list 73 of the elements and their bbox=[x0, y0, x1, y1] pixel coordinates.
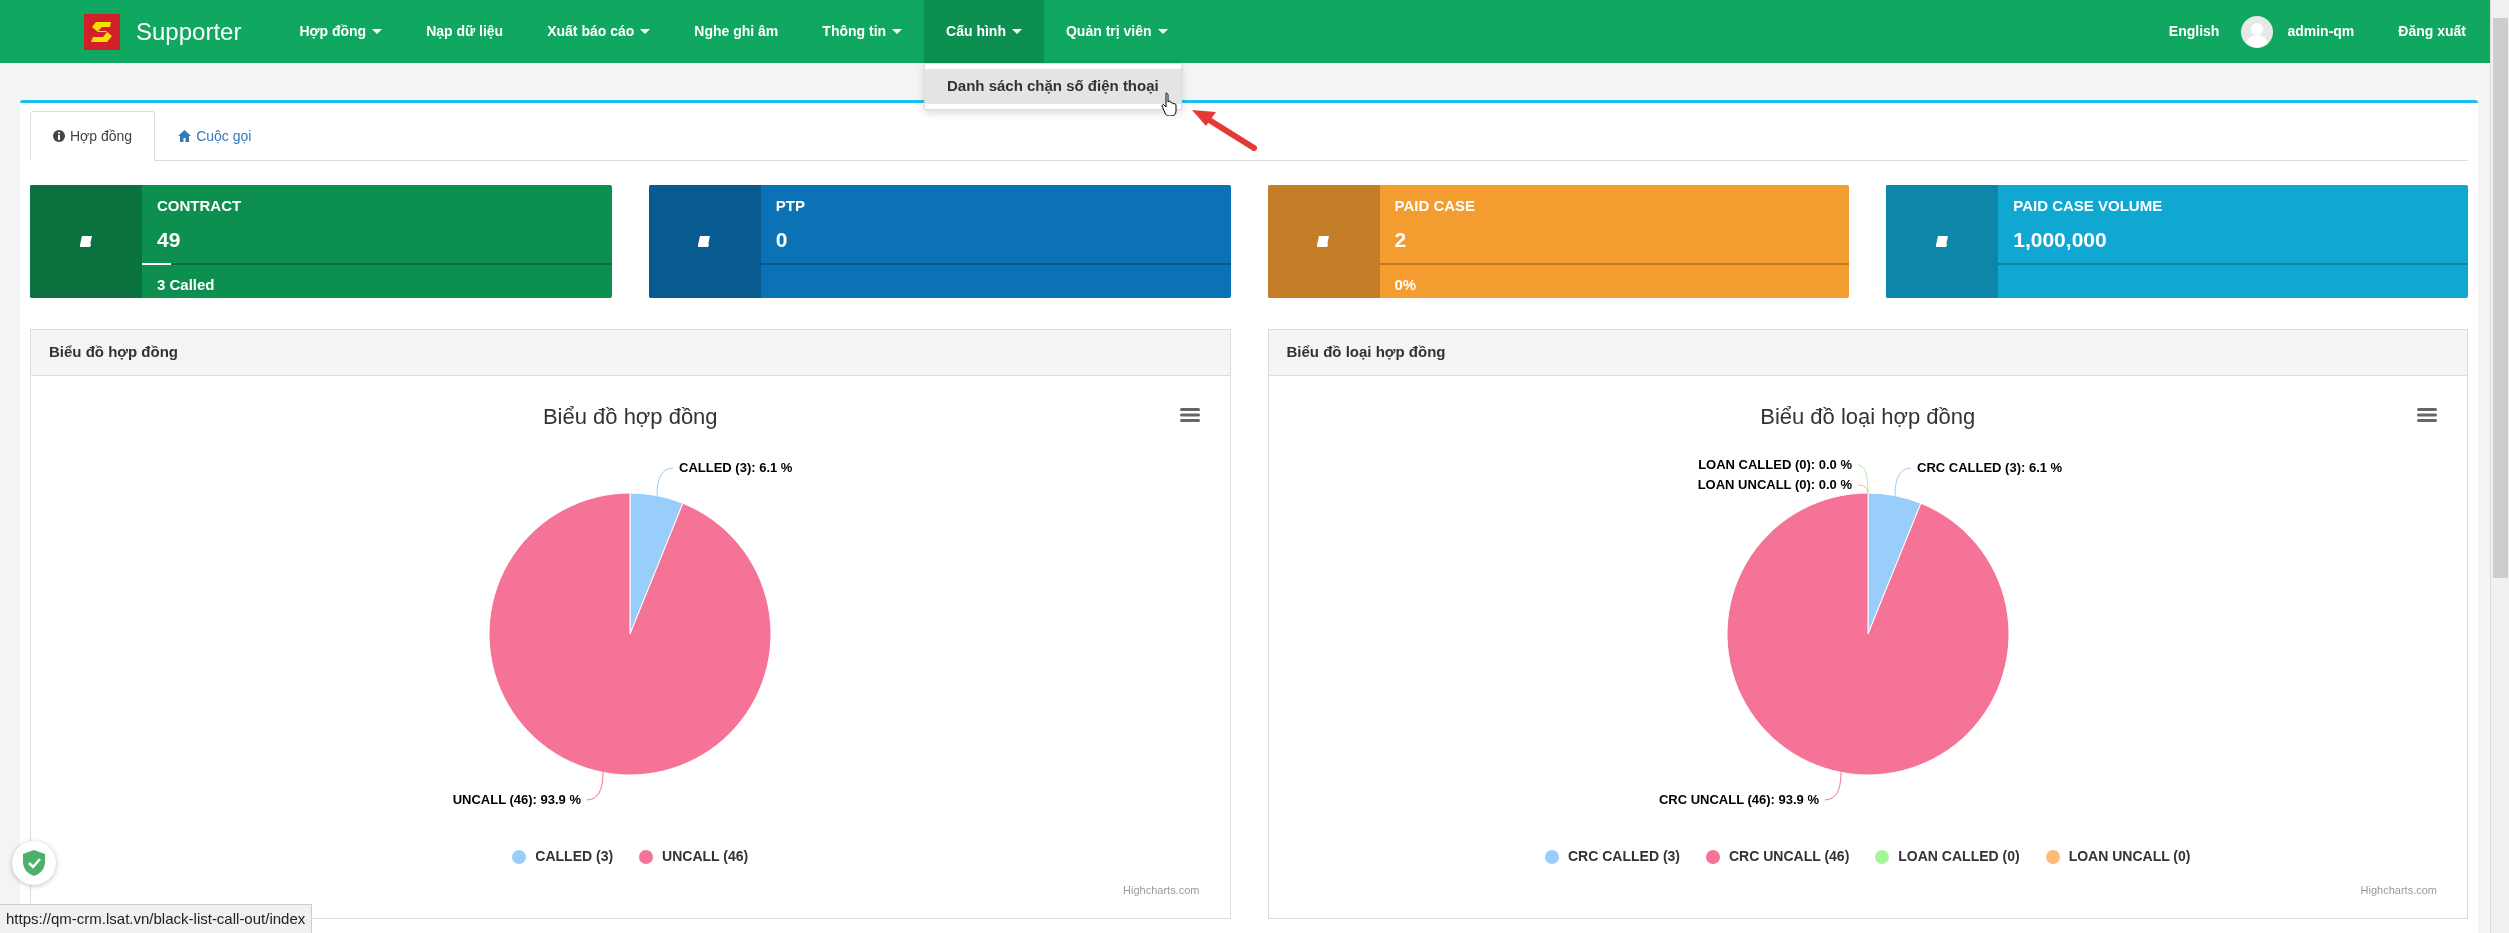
nav-menu-item[interactable]: Xuất báo cáo bbox=[525, 0, 673, 63]
nav-menu-item[interactable]: Hợp đồng bbox=[277, 0, 405, 63]
menu-icon[interactable] bbox=[1179, 408, 1200, 422]
leader-line bbox=[656, 467, 674, 497]
stat-title: PAID CASE VOLUME bbox=[2012, 196, 2164, 216]
data-label: CRC UNCALL (46): 93.9 % bbox=[1658, 791, 1819, 807]
legend-item[interactable]: CALLED (3) bbox=[512, 846, 614, 867]
legend-label: LOAN UNCALL (0) bbox=[2068, 847, 2191, 866]
legend-label: CRC UNCALL (46) bbox=[1729, 847, 1850, 866]
legend-label: LOAN CALLED (0) bbox=[1898, 847, 2020, 866]
stat-title: PAID CASE bbox=[1393, 196, 1477, 216]
shield-badge[interactable] bbox=[12, 841, 56, 885]
stat-value: 2 bbox=[1393, 226, 1408, 253]
legend-item[interactable]: CRC CALLED (3) bbox=[1545, 846, 1680, 867]
caret-icon bbox=[1157, 29, 1168, 34]
menu-icon[interactable] bbox=[2417, 408, 2437, 422]
data-label: CRC CALLED (3): 6.1 % bbox=[1916, 460, 2062, 476]
credit-link[interactable]: Highcharts.com bbox=[1123, 881, 1200, 898]
leader-line bbox=[1824, 771, 1842, 801]
logout-link[interactable]: Đăng xuất bbox=[2376, 21, 2470, 42]
stat-title: CONTRACT bbox=[156, 196, 243, 216]
legend-item[interactable]: LOAN CALLED (0) bbox=[1875, 846, 2020, 867]
nav-menu-item[interactable]: Nghe ghi âm bbox=[672, 0, 801, 63]
stat-footer: 0% bbox=[1379, 274, 1850, 297]
book-icon bbox=[79, 236, 93, 247]
status-bar-url: https://qm-crm.lsat.vn/black-list-call-out/index bbox=[0, 903, 313, 933]
pie-slice[interactable] bbox=[1726, 492, 2010, 776]
data-label: UNCALL (46): 93.9 % bbox=[452, 791, 582, 807]
caret-icon bbox=[372, 29, 383, 34]
legend-item[interactable]: LOAN UNCALL (0) bbox=[2045, 846, 2191, 867]
avatar-icon bbox=[2241, 15, 2274, 48]
legend-label: CALLED (3) bbox=[535, 847, 614, 866]
info-icon bbox=[53, 130, 65, 142]
chart-title: Biểu đồ loại hợp đồng bbox=[1760, 403, 1976, 431]
data-label: LOAN UNCALL (0): 0.0 % bbox=[1697, 477, 1852, 492]
tab[interactable]: Hợp đồng bbox=[30, 111, 156, 161]
scrollbar[interactable] bbox=[2490, 0, 2509, 933]
leader-line bbox=[586, 771, 604, 801]
data-label: CALLED (3): 6.1 % bbox=[679, 460, 793, 476]
caret-icon bbox=[892, 29, 903, 34]
dropdown-item[interactable]: Danh sách chặn số điện thoại bbox=[925, 69, 1181, 104]
logo-icon bbox=[84, 13, 120, 50]
book-icon bbox=[1935, 236, 1949, 247]
pie-slice[interactable] bbox=[488, 492, 772, 776]
nav-menu-item[interactable]: Nạp dữ liệu bbox=[404, 0, 526, 63]
user-menu[interactable]: admin-qm bbox=[2273, 21, 2377, 42]
credit-link[interactable]: Highcharts.com bbox=[2360, 881, 2437, 898]
book-icon bbox=[698, 236, 712, 247]
shield-check-icon bbox=[23, 850, 45, 876]
stat-value: 49 bbox=[156, 226, 182, 253]
chart-title: Biểu đồ hợp đồng bbox=[542, 403, 718, 431]
language-link[interactable]: English bbox=[2146, 21, 2242, 42]
nav-menu-item[interactable]: Thông tin bbox=[800, 0, 925, 63]
stat-footer: 3 Called bbox=[142, 274, 612, 297]
panel-heading: Biểu đồ hợp đồng bbox=[49, 342, 178, 363]
legend-item[interactable]: CRC UNCALL (46) bbox=[1706, 846, 1850, 867]
stat-title: PTP bbox=[774, 196, 806, 216]
home-icon bbox=[178, 130, 192, 142]
stat-value: 1,000,000 bbox=[2012, 226, 2108, 253]
caret-icon bbox=[1012, 29, 1022, 34]
data-label: LOAN CALLED (0): 0.0 % bbox=[1697, 457, 1852, 472]
legend-item[interactable]: UNCALL (46) bbox=[639, 846, 749, 867]
caret-icon bbox=[640, 29, 651, 34]
nav-menu-item[interactable]: Quản trị viên bbox=[1044, 0, 1190, 63]
legend-label: UNCALL (46) bbox=[662, 847, 749, 866]
panel-heading: Biểu đồ loại hợp đồng bbox=[1286, 342, 1446, 363]
brand-name[interactable]: Supporter bbox=[136, 13, 242, 50]
leader-line bbox=[1894, 467, 1912, 497]
legend-label: CRC CALLED (3) bbox=[1568, 847, 1680, 866]
book-icon bbox=[1317, 236, 1330, 247]
nav-menu-item[interactable]: Cấu hình bbox=[924, 0, 1044, 63]
tab[interactable]: Cuộc gọi bbox=[155, 111, 275, 161]
stat-value: 0 bbox=[774, 226, 789, 253]
